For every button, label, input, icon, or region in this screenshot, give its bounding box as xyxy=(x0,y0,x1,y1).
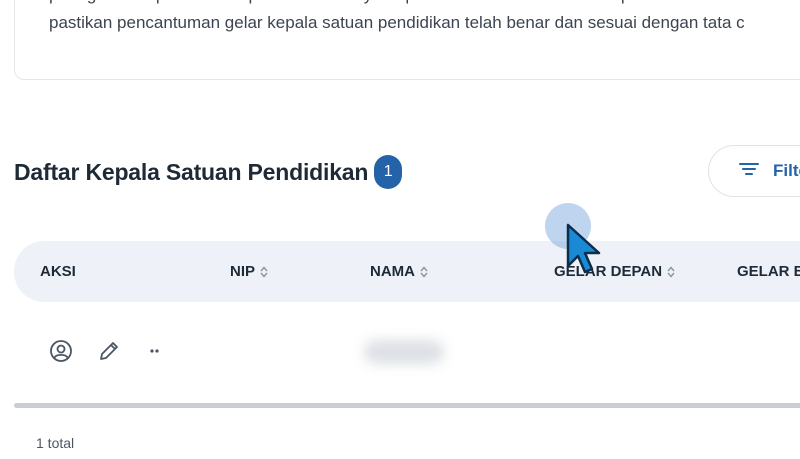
table-header: AKSI NIP NAMA GELAR DEPAN GELAR B xyxy=(14,241,800,302)
total-count: 1 total xyxy=(36,435,75,451)
pencil-icon[interactable] xyxy=(96,338,122,364)
horizontal-scrollbar[interactable] xyxy=(14,403,800,408)
section-header: Daftar Kepala Satuan Pendidikan 1 xyxy=(14,153,403,191)
info-text: penugasan kepala satuan pendidikan hanya… xyxy=(49,0,800,37)
filter-button[interactable]: Filte xyxy=(708,145,800,197)
info-card: penugasan kepala satuan pendidikan hanya… xyxy=(14,0,800,80)
sort-icon xyxy=(667,265,675,278)
column-label: NAMA xyxy=(370,263,415,280)
nama-cell-redacted xyxy=(364,340,444,364)
count-badge: 1 xyxy=(374,155,403,189)
column-label: AKSI xyxy=(40,263,76,280)
filter-lines-icon xyxy=(739,161,759,182)
mouse-cursor-icon xyxy=(565,222,603,278)
column-header-aksi: AKSI xyxy=(40,241,76,302)
sort-icon xyxy=(420,265,428,278)
column-label: GELAR B xyxy=(737,263,800,280)
section-title: Daftar Kepala Satuan Pendidikan xyxy=(14,158,369,185)
column-header-nip[interactable]: NIP xyxy=(230,241,268,302)
info-line: penugasan kepala satuan pendidikan hanya… xyxy=(49,0,800,9)
column-header-nama[interactable]: NAMA xyxy=(370,241,428,302)
sort-icon xyxy=(260,265,268,278)
column-header-gelar-belakang[interactable]: GELAR B xyxy=(737,241,800,302)
column-label: NIP xyxy=(230,263,256,280)
table-row xyxy=(14,310,800,390)
user-circle-icon[interactable] xyxy=(48,338,74,364)
page: penugasan kepala satuan pendidikan hanya… xyxy=(0,0,800,459)
more-dots-icon[interactable] xyxy=(141,338,167,364)
info-line: pastikan pencantuman gelar kepala satuan… xyxy=(49,13,745,32)
filter-label: Filte xyxy=(773,161,800,180)
